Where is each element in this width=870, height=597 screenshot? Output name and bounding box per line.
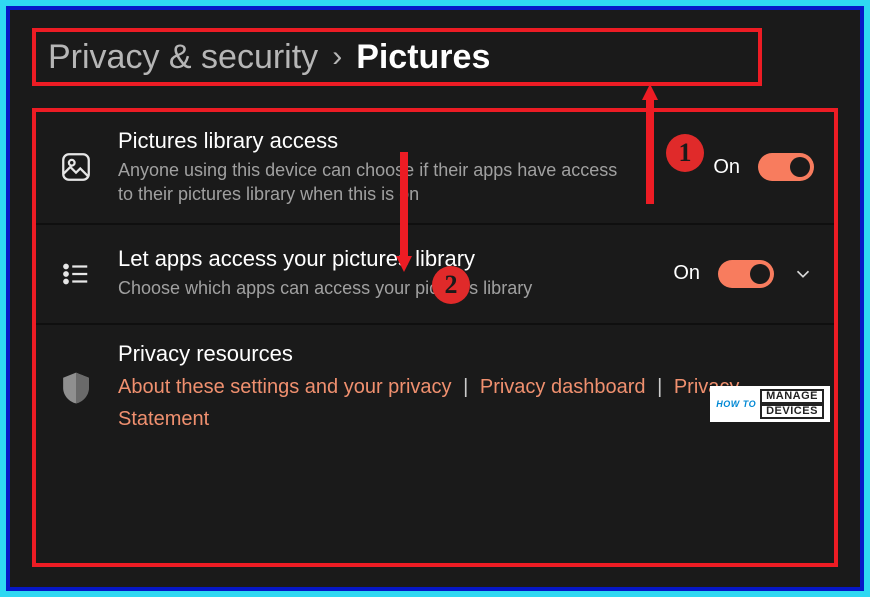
link-separator: | [657, 376, 662, 398]
row-text: Let apps access your pictures library Ch… [118, 246, 655, 300]
breadcrumb: Privacy & security › Pictures [32, 28, 762, 86]
annotation-arrow-up [642, 84, 658, 204]
toggle-state-label: On [673, 262, 700, 285]
annotation-badge-1: 1 [666, 134, 704, 172]
row-title: Privacy resources [118, 341, 814, 367]
row-title: Pictures library access [118, 128, 695, 154]
window-frame: Privacy & security › Pictures Pictures l… [6, 6, 864, 591]
breadcrumb-parent[interactable]: Privacy & security [48, 38, 318, 77]
about-settings-link[interactable]: About these settings and your privacy [118, 376, 452, 398]
watermark: HOW TO MANAGE DEVICES [710, 386, 830, 422]
watermark-devices: DEVICES [760, 404, 824, 419]
link-separator: | [463, 376, 468, 398]
row-description: Anyone using this device can choose if t… [118, 158, 618, 207]
row-title: Let apps access your pictures library [118, 246, 655, 272]
chevron-right-icon: › [332, 40, 342, 74]
watermark-manage: MANAGE [760, 389, 824, 404]
settings-list: Pictures library access Anyone using thi… [32, 108, 838, 567]
breadcrumb-current: Pictures [356, 38, 490, 77]
annotation-badge-2: 2 [432, 266, 470, 304]
shield-icon [52, 370, 100, 406]
pictures-library-access-row: Pictures library access Anyone using thi… [36, 112, 834, 225]
row-controls: On [713, 153, 814, 181]
picture-icon [52, 150, 100, 184]
let-apps-access-toggle[interactable] [718, 260, 774, 288]
watermark-how: HOW TO [716, 400, 756, 409]
row-controls: On [673, 260, 814, 288]
chevron-down-icon[interactable] [792, 263, 814, 285]
pictures-library-access-toggle[interactable] [758, 153, 814, 181]
annotation-arrow-down [396, 152, 412, 272]
row-description: Choose which apps can access your pictur… [118, 276, 618, 300]
list-icon [52, 259, 100, 289]
toggle-state-label: On [713, 156, 740, 179]
privacy-dashboard-link[interactable]: Privacy dashboard [480, 376, 646, 398]
